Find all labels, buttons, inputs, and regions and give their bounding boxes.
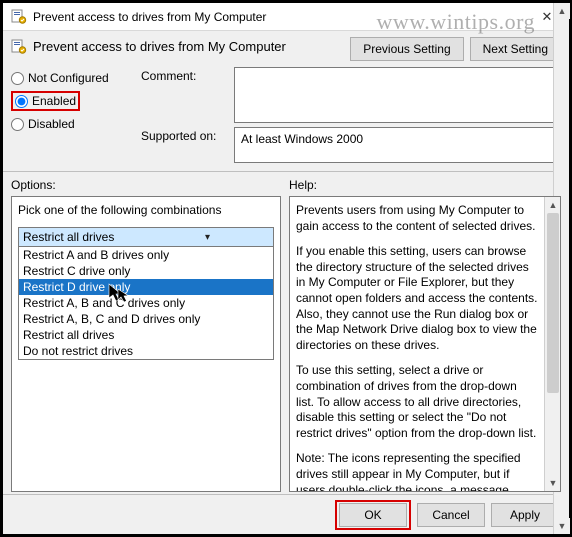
scroll-thumb[interactable] bbox=[547, 213, 559, 393]
radio-label: Enabled bbox=[32, 94, 76, 108]
window-title: Prevent access to drives from My Compute… bbox=[33, 10, 533, 24]
scroll-up-icon[interactable]: ▲ bbox=[545, 197, 561, 213]
help-paragraph: Prevents users from using My Computer to… bbox=[296, 203, 538, 234]
bottom-bar: OK Cancel Apply bbox=[3, 494, 569, 534]
dropdown-item[interactable]: Do not restrict drives bbox=[19, 343, 273, 359]
next-setting-button[interactable]: Next Setting bbox=[470, 37, 561, 61]
chevron-down-icon: ▾ bbox=[146, 232, 269, 243]
dropdown-selected-text: Restrict all drives bbox=[23, 230, 146, 244]
cancel-button[interactable]: Cancel bbox=[417, 503, 485, 527]
policy-title: Prevent access to drives from My Compute… bbox=[33, 37, 344, 54]
dropdown-item[interactable]: Restrict all drives bbox=[19, 327, 273, 343]
radio-disabled-input[interactable] bbox=[11, 118, 24, 131]
dropdown-item[interactable]: Restrict A and B drives only bbox=[19, 247, 273, 263]
policy-icon bbox=[11, 39, 27, 55]
previous-setting-button[interactable]: Previous Setting bbox=[350, 37, 463, 61]
options-prompt: Pick one of the following combinations bbox=[18, 203, 274, 217]
header-row: Prevent access to drives from My Compute… bbox=[3, 31, 569, 63]
supported-box: At least Windows 2000 ▲ ▼ bbox=[234, 127, 561, 163]
radio-label: Not Configured bbox=[28, 71, 109, 85]
apply-button[interactable]: Apply bbox=[491, 503, 559, 527]
radio-enabled-input[interactable] bbox=[15, 95, 28, 108]
radio-not-configured[interactable]: Not Configured bbox=[11, 71, 121, 85]
titlebar: Prevent access to drives from My Compute… bbox=[3, 3, 569, 31]
scrollbar[interactable]: ▲ ▼ bbox=[544, 197, 560, 491]
help-paragraph: Note: The icons representing the specifi… bbox=[296, 451, 538, 492]
options-label: Options: bbox=[11, 176, 281, 196]
dropdown-item[interactable]: Restrict A, B, C and D drives only bbox=[19, 311, 273, 327]
radio-label: Disabled bbox=[28, 117, 75, 131]
comment-input[interactable] bbox=[234, 67, 561, 123]
radio-not-configured-input[interactable] bbox=[11, 72, 24, 85]
radio-disabled[interactable]: Disabled bbox=[11, 117, 121, 131]
options-panel: Pick one of the following combinations R… bbox=[11, 196, 281, 492]
supported-value: At least Windows 2000 bbox=[241, 132, 363, 146]
radio-enabled[interactable]: Enabled bbox=[11, 91, 80, 111]
supported-label: Supported on: bbox=[141, 127, 226, 143]
scrollbar[interactable]: ▲ ▼ bbox=[553, 127, 561, 163]
comment-label: Comment: bbox=[141, 67, 226, 83]
dropdown-item[interactable]: Restrict A, B and C drives only bbox=[19, 295, 273, 311]
help-panel: Prevents users from using My Computer to… bbox=[289, 196, 561, 492]
state-radios: Not Configured Enabled Disabled bbox=[11, 67, 121, 163]
dropdown-selected[interactable]: Restrict all drives ▾ bbox=[19, 228, 273, 246]
dropdown-item[interactable]: Restrict C drive only bbox=[19, 263, 273, 279]
divider bbox=[3, 171, 569, 172]
policy-icon bbox=[11, 9, 27, 25]
scroll-down-icon[interactable]: ▼ bbox=[545, 475, 561, 491]
dropdown-item[interactable]: Restrict D drive only bbox=[19, 279, 273, 295]
help-label: Help: bbox=[289, 176, 561, 196]
dropdown-list: Restrict A and B drives onlyRestrict C d… bbox=[19, 246, 273, 359]
drives-dropdown[interactable]: Restrict all drives ▾ Restrict A and B d… bbox=[18, 227, 274, 360]
help-paragraph: To use this setting, select a drive or c… bbox=[296, 363, 538, 441]
ok-button[interactable]: OK bbox=[339, 503, 407, 527]
help-paragraph: If you enable this setting, users can br… bbox=[296, 244, 538, 353]
gpo-policy-dialog: Prevent access to drives from My Compute… bbox=[3, 3, 569, 534]
